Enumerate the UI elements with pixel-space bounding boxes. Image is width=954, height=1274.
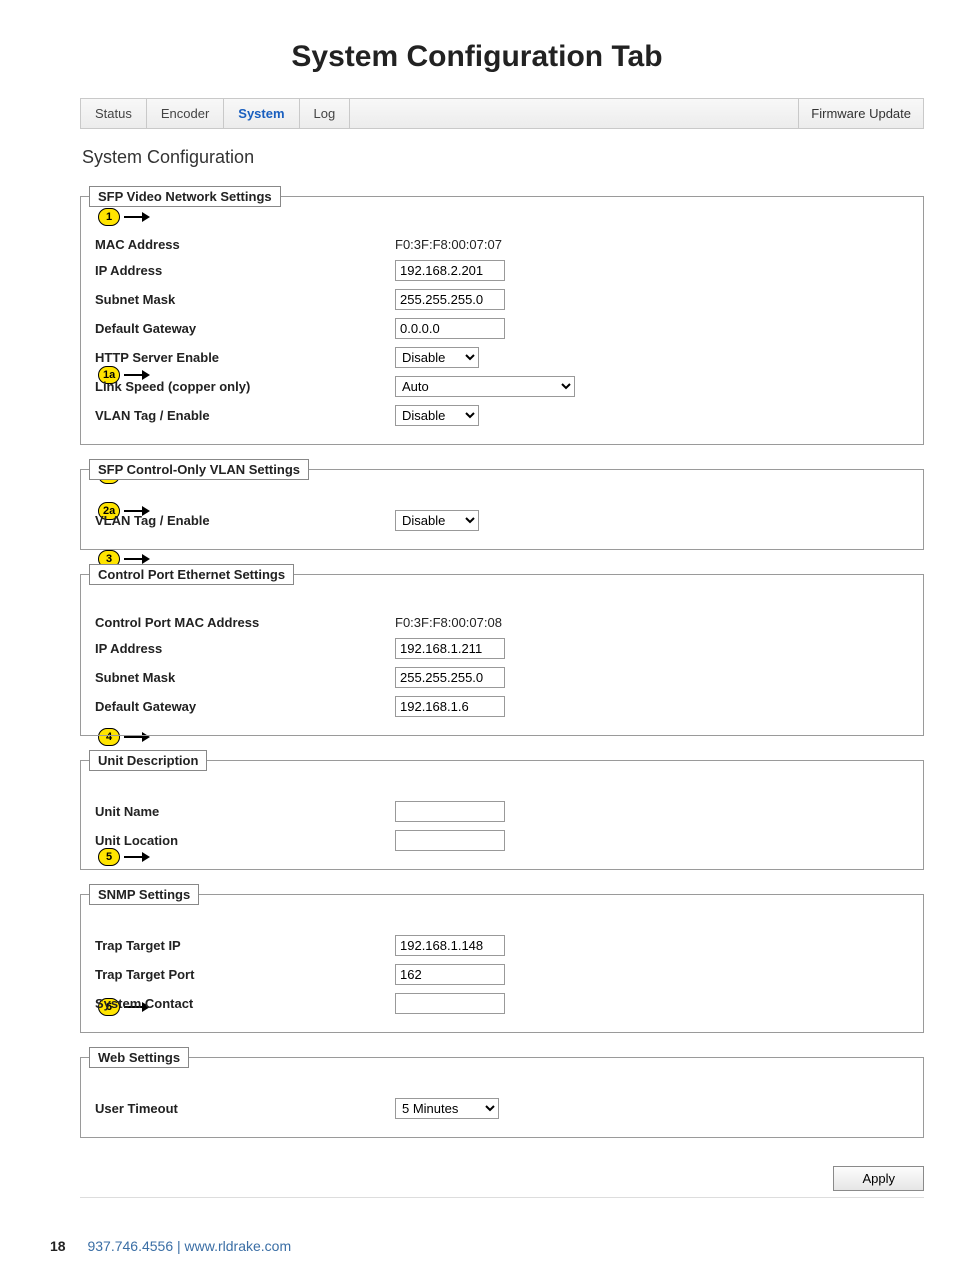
tab-log[interactable]: Log: [300, 99, 351, 128]
label-cp-mac: Control Port MAC Address: [95, 615, 395, 630]
input-unit-name[interactable]: [395, 801, 505, 822]
section-unit-description: Unit Description Unit Name Unit Location: [80, 760, 924, 870]
legend-unit-description: Unit Description: [89, 750, 207, 771]
value-cp-mac: F0:3F:F8:00:07:08: [395, 615, 909, 630]
label-user-timeout: User Timeout: [95, 1101, 395, 1116]
apply-button[interactable]: Apply: [833, 1166, 924, 1191]
legend-sfp-video: SFP Video Network Settings: [89, 186, 281, 207]
input-sfp-ip[interactable]: [395, 260, 505, 281]
input-cp-gateway[interactable]: [395, 696, 505, 717]
label-gw: Default Gateway: [95, 321, 395, 336]
input-trap-port[interactable]: [395, 964, 505, 985]
label-linkspeed: Link Speed (copper only): [95, 379, 395, 394]
section-sfp-control-vlan: SFP Control-Only VLAN Settings VLAN Tag …: [80, 469, 924, 550]
apply-bar: Apply: [80, 1162, 924, 1191]
page-title: System Configuration Tab: [30, 40, 924, 74]
firmware-update-link[interactable]: Firmware Update: [799, 99, 923, 128]
label-trap-ip: Trap Target IP: [95, 938, 395, 953]
label-sys-contact: System Contact: [95, 996, 395, 1011]
label-trap-port: Trap Target Port: [95, 967, 395, 982]
label-ip: IP Address: [95, 263, 395, 278]
input-cp-subnet[interactable]: [395, 667, 505, 688]
select-http-enable[interactable]: Disable: [395, 347, 479, 368]
legend-sfp-control-vlan: SFP Control-Only VLAN Settings: [89, 459, 309, 480]
label-subnet: Subnet Mask: [95, 292, 395, 307]
section-control-port: Control Port Ethernet Settings Control P…: [80, 574, 924, 736]
label-ctrl-vlan: VLAN Tag / Enable: [95, 513, 395, 528]
tab-spacer: [350, 99, 799, 128]
label-unit-location: Unit Location: [95, 833, 395, 848]
page-footer: 18 937.746.4556 | www.rldrake.com: [50, 1238, 924, 1254]
label-unit-name: Unit Name: [95, 804, 395, 819]
select-link-speed[interactable]: Auto: [395, 376, 575, 397]
label-vlan: VLAN Tag / Enable: [95, 408, 395, 423]
input-unit-location[interactable]: [395, 830, 505, 851]
legend-web-settings: Web Settings: [89, 1047, 189, 1068]
section-sfp-video: SFP Video Network Settings MAC AddressF0…: [80, 196, 924, 445]
page-subtitle: System Configuration: [82, 147, 924, 168]
label-http: HTTP Server Enable: [95, 350, 395, 365]
tab-system[interactable]: System: [224, 99, 299, 128]
label-cp-ip: IP Address: [95, 641, 395, 656]
select-user-timeout[interactable]: 5 Minutes: [395, 1098, 499, 1119]
page-number: 18: [50, 1238, 66, 1254]
input-sys-contact[interactable]: [395, 993, 505, 1014]
value-mac: F0:3F:F8:00:07:07: [395, 237, 909, 252]
label-cp-gw: Default Gateway: [95, 699, 395, 714]
label-mac: MAC Address: [95, 237, 395, 252]
label-cp-subnet: Subnet Mask: [95, 670, 395, 685]
tab-status[interactable]: Status: [81, 99, 147, 128]
section-web-settings: Web Settings User Timeout5 Minutes: [80, 1057, 924, 1138]
input-sfp-gateway[interactable]: [395, 318, 505, 339]
input-cp-ip[interactable]: [395, 638, 505, 659]
tab-bar: Status Encoder System Log Firmware Updat…: [80, 98, 924, 129]
footer-contact: 937.746.4556 | www.rldrake.com: [87, 1238, 291, 1254]
legend-snmp: SNMP Settings: [89, 884, 199, 905]
legend-control-port: Control Port Ethernet Settings: [89, 564, 294, 585]
input-trap-ip[interactable]: [395, 935, 505, 956]
config-screenshot: 1 1a 2 2a 3 4 5 6 Status Encoder System …: [80, 98, 924, 1198]
select-sfp-vlan[interactable]: Disable: [395, 405, 479, 426]
select-ctrl-vlan[interactable]: Disable: [395, 510, 479, 531]
tab-encoder[interactable]: Encoder: [147, 99, 224, 128]
section-snmp: SNMP Settings Trap Target IP Trap Target…: [80, 894, 924, 1033]
input-sfp-subnet[interactable]: [395, 289, 505, 310]
